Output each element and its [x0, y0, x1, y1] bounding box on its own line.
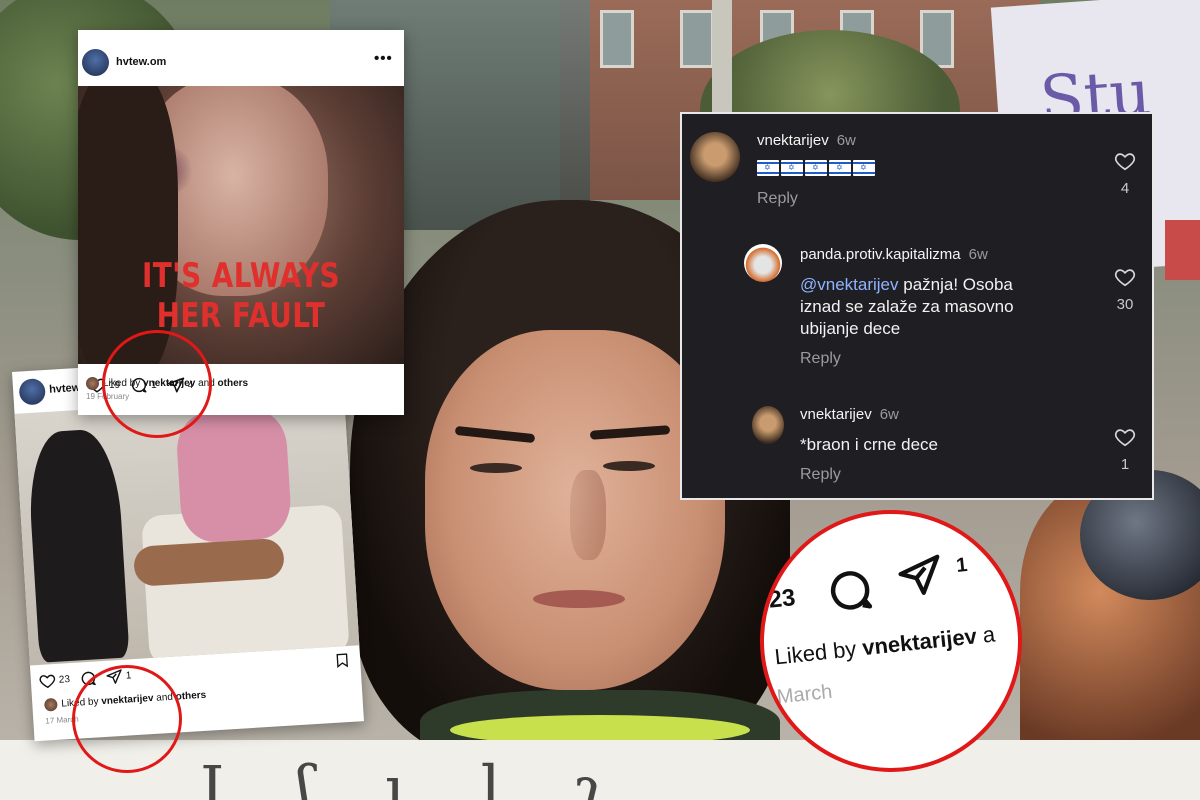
comment-time: 6w — [879, 406, 899, 423]
highlight-circle — [72, 665, 182, 773]
liked-by-user[interactable]: vnektarijev — [861, 623, 978, 660]
reply-button[interactable]: Reply — [800, 350, 841, 368]
post-caption: IT'S ALWAYS HER FAULT — [141, 256, 341, 336]
comment-time: 6w — [968, 246, 988, 263]
avatar[interactable] — [82, 49, 109, 76]
comment-text: *braon i crne dece — [800, 435, 938, 454]
avatar[interactable] — [690, 132, 740, 182]
heart-icon[interactable] — [1114, 150, 1136, 172]
zoom-callout: 23 1 Liked by vnektarijev a March — [760, 510, 1022, 772]
reply-button[interactable]: Reply — [800, 466, 841, 484]
liked-by-row: Liked by vnektarijev a — [773, 621, 997, 670]
avatar[interactable] — [744, 244, 782, 282]
comment-author[interactable]: vnektarijev 6w — [800, 406, 899, 423]
masked-person — [25, 427, 130, 663]
more-horizontal-icon[interactable]: ••• — [374, 50, 393, 67]
reply-button[interactable]: Reply — [757, 190, 798, 208]
seated-person — [174, 407, 293, 544]
nose — [570, 470, 606, 560]
israel-flag-icon: ✡ — [805, 160, 827, 176]
left-eye — [470, 463, 522, 473]
flag-emojis: ✡ ✡ ✡ ✡ ✡ — [757, 160, 875, 176]
comment-time: 6w — [836, 132, 856, 149]
avatar — [86, 377, 99, 390]
liked-by-others[interactable]: others — [175, 690, 206, 703]
heart-icon[interactable] — [1114, 266, 1136, 288]
likes-count: 23 — [58, 674, 71, 686]
avatar[interactable] — [752, 406, 784, 444]
post-photo[interactable] — [14, 393, 360, 666]
post-username[interactable]: hvtew.om — [116, 56, 166, 68]
comment-author[interactable]: panda.protiv.kapitalizma 6w — [800, 246, 988, 263]
heart-icon[interactable] — [1114, 426, 1136, 448]
protest-sign-red — [1165, 220, 1200, 280]
comment-likes: 1 — [1120, 456, 1130, 473]
israel-flag-icon: ✡ — [781, 160, 803, 176]
israel-flag-icon: ✡ — [757, 160, 779, 176]
avatar[interactable] — [18, 378, 47, 406]
heart-icon[interactable] — [38, 672, 56, 690]
right-eye — [603, 461, 655, 471]
comment-author[interactable]: vnektarijev 6w — [757, 132, 856, 149]
mouth — [533, 590, 625, 608]
highlight-circle — [102, 330, 212, 438]
comment-icon[interactable] — [824, 564, 877, 617]
mention-link[interactable]: @vnektarijev — [800, 275, 899, 294]
share-icon[interactable] — [895, 551, 946, 602]
comment-likes: 4 — [1120, 180, 1130, 197]
protest-banner-lettering: Ɩ ʃ ɩ ɭ ʅ — [200, 752, 632, 800]
comment-text: @vnektarijev pažnja! Osoba iznad se zala… — [800, 275, 1014, 338]
israel-flag-icon: ✡ — [853, 160, 875, 176]
likes-count: 23 — [767, 584, 797, 614]
comment-likes: 30 — [1116, 296, 1134, 313]
shares-count: 1 — [955, 553, 969, 578]
liked-by-others[interactable]: others — [218, 378, 249, 389]
post-photo[interactable]: IT'S ALWAYS HER FAULT — [78, 86, 404, 364]
israel-flag-icon: ✡ — [829, 160, 851, 176]
comments-panel: vnektarijev 6w ✡ ✡ ✡ ✡ ✡ Reply 4 panda.pr… — [680, 112, 1154, 500]
bookmark-icon[interactable] — [334, 652, 351, 669]
avatar — [44, 697, 58, 712]
post-date: March — [775, 680, 834, 709]
